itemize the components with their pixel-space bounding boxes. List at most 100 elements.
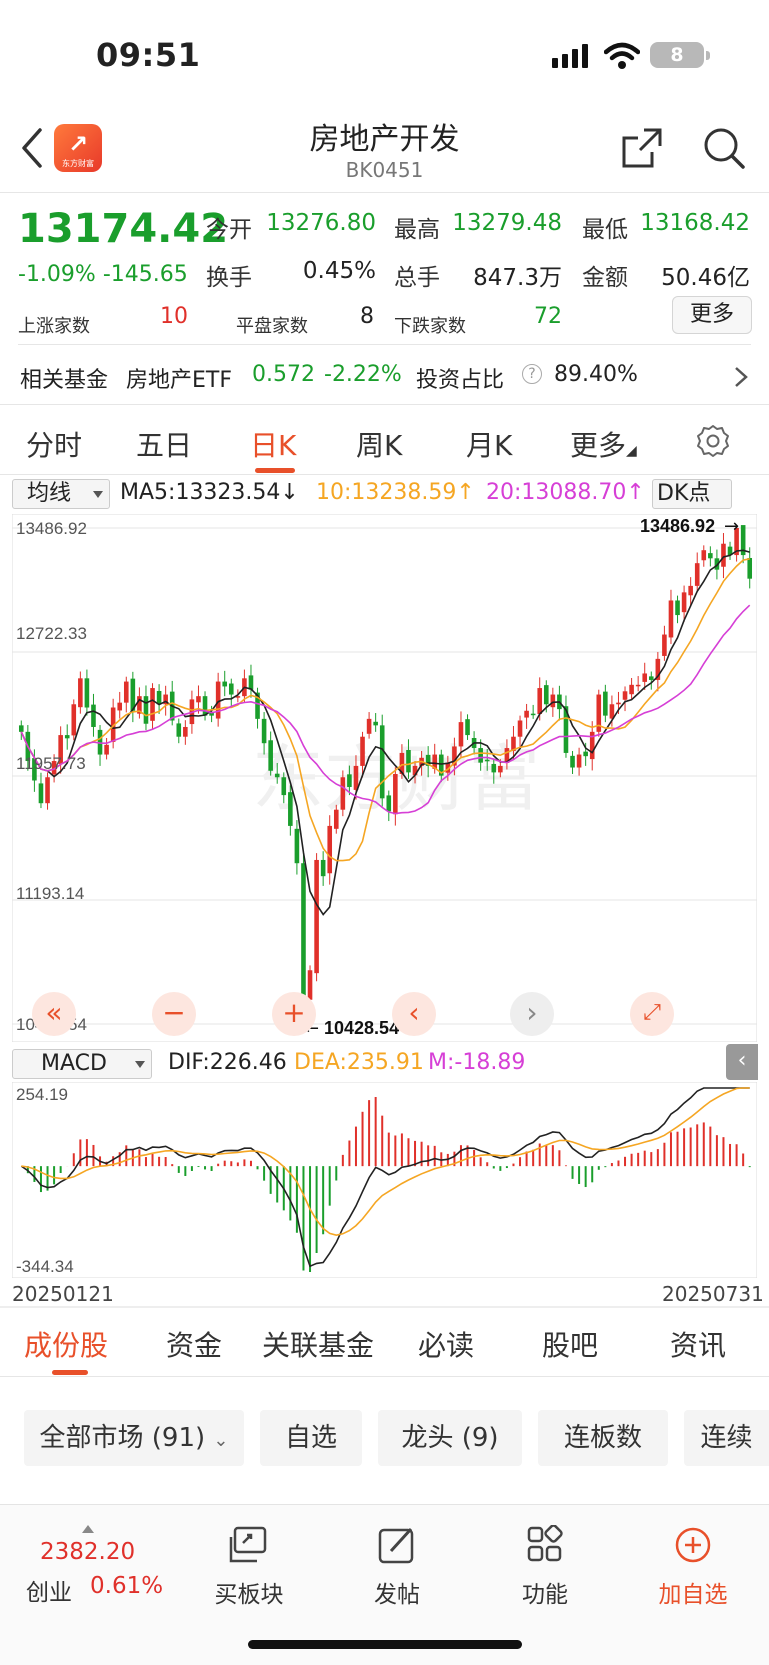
expand-up-icon[interactable] [82, 1525, 94, 1533]
macd-bottom-label: -344.34 [16, 1257, 74, 1276]
candle-body [353, 765, 359, 790]
candle-body [491, 763, 497, 773]
prev-icon[interactable]: ‹ [392, 992, 436, 1036]
dif-value: DIF:226.46 [168, 1050, 287, 1075]
more-button[interactable]: 更多 [672, 296, 752, 334]
ma20-value: 20:13088.70↑ [486, 480, 645, 505]
collapse-panel-icon[interactable]: ‹ [726, 1044, 758, 1080]
candle-body [681, 592, 687, 613]
tab-daily-k[interactable]: 日K [250, 424, 296, 464]
m-value: M:-18.89 [428, 1050, 526, 1075]
chevron-right-icon [735, 367, 748, 387]
candle-body [708, 553, 713, 559]
candle-body [202, 696, 208, 716]
candle-body [635, 684, 641, 687]
functions-grid-icon [527, 1524, 563, 1562]
max-price-marker: 13486.92 [640, 516, 715, 536]
help-icon[interactable]: ? [522, 364, 542, 384]
tab-must-read[interactable]: 必读 [418, 1324, 474, 1364]
share-icon[interactable] [620, 126, 664, 170]
add-circle-icon [675, 1527, 711, 1563]
dk-selector[interactable]: DK点 [652, 479, 732, 509]
tab-intraday[interactable]: 分时 [26, 424, 82, 464]
flat-count: 8 [360, 304, 374, 329]
related-fund-row[interactable]: 相关基金 房地产ETF 0.572 -2.22% 投资占比 ? 89.40% [0, 342, 769, 404]
tab-constituents[interactable]: 成份股 [24, 1324, 108, 1364]
candle-body [648, 676, 654, 680]
ratio-label: 投资占比 [416, 368, 505, 393]
current-price: 13174.42 [18, 206, 229, 252]
tab-forum[interactable]: 股吧 [542, 1324, 598, 1364]
down-count-label: 下跌家数 [394, 316, 466, 337]
status-time: 09:51 [96, 36, 201, 74]
related-fund-label: 相关基金 [20, 368, 109, 393]
candle-body [18, 725, 24, 732]
candle-body [294, 828, 300, 864]
filter-watchlist[interactable]: 自选 [260, 1410, 362, 1466]
candle-body [274, 773, 280, 778]
zoom-out-icon[interactable]: − [152, 992, 196, 1036]
candle-body [281, 777, 287, 796]
candle-body [123, 681, 129, 703]
candle-body [694, 563, 700, 586]
y-axis-label: 12722.33 [16, 624, 87, 643]
candle-body [543, 685, 549, 705]
macd-selector[interactable]: MACD [12, 1049, 152, 1079]
fullscreen-icon[interactable]: ⤢ [630, 992, 674, 1036]
candle-body [301, 863, 306, 1003]
candle-body [458, 722, 464, 747]
candle-body [183, 726, 188, 737]
candle-body [320, 859, 326, 877]
ma-selector[interactable]: 均线 [12, 479, 110, 509]
battery-tip [706, 51, 710, 60]
tab-monthly-k[interactable]: 月K [466, 424, 512, 464]
filter-limit-up-boards[interactable]: 连板数 [538, 1410, 668, 1466]
macd-chart[interactable]: 254.19 -344.34 [12, 1082, 757, 1278]
tab-weekly-k[interactable]: 周K [356, 424, 402, 464]
nav-functions[interactable]: 功能 [490, 1524, 600, 1609]
tab-related-funds[interactable]: 关联基金 [262, 1324, 374, 1364]
candle-body [333, 809, 339, 829]
tab-five-day[interactable]: 五日 [136, 424, 192, 464]
candle-body [747, 557, 753, 579]
rewind-icon[interactable]: « [32, 992, 76, 1036]
candle-body [150, 688, 155, 721]
nav-add-watchlist[interactable]: 加自选 [638, 1525, 748, 1609]
candle-body [484, 759, 490, 762]
candle-body [550, 694, 556, 708]
candle-body [379, 725, 385, 799]
candle-body [721, 543, 726, 567]
candle-body [517, 720, 523, 737]
tab-more[interactable]: 更多◢ [570, 424, 637, 464]
max-arrow: → [724, 516, 739, 537]
candle-body [38, 783, 44, 804]
kline-chart[interactable]: 东方财富 13486.92 12722.33 11957.73 11193.14… [12, 514, 757, 1042]
candle-body [215, 681, 221, 719]
tab-funds-flow[interactable]: 资金 [166, 1324, 222, 1364]
candle-body [465, 719, 470, 736]
candle-body [622, 691, 628, 700]
filter-leaders[interactable]: 龙头 (9) [378, 1410, 522, 1466]
candle-body [228, 683, 234, 695]
filter-all-markets[interactable]: 全部市场 (91) ⌄ [24, 1410, 244, 1466]
ma10-value: 10:13238.59↑ [316, 480, 475, 505]
settings-gear-icon[interactable] [696, 424, 730, 458]
open-field: 今开 13276.80 [206, 210, 376, 243]
filter-consecutive[interactable]: 连续 [684, 1410, 769, 1466]
search-icon[interactable] [702, 126, 746, 170]
macd-top-label: 254.19 [16, 1085, 68, 1104]
tab-news[interactable]: 资讯 [670, 1324, 726, 1364]
candle-body [366, 718, 372, 734]
next-icon[interactable]: › [510, 992, 554, 1036]
active-tab-indicator [52, 1370, 88, 1375]
nav-buy-sector[interactable]: 买板块 [194, 1525, 304, 1609]
candle-body [64, 735, 70, 739]
zoom-in-icon[interactable]: + [272, 992, 316, 1036]
high-field: 最高 13279.48 [394, 210, 562, 243]
candle-body [196, 696, 201, 703]
nav-post[interactable]: 发帖 [342, 1525, 452, 1609]
cellular-signal-icon [552, 44, 588, 68]
candle-body [360, 736, 365, 766]
candle-body [576, 754, 582, 768]
nav-bar: ↗ 东方财富 房地产开发 BK0451 [0, 106, 769, 192]
